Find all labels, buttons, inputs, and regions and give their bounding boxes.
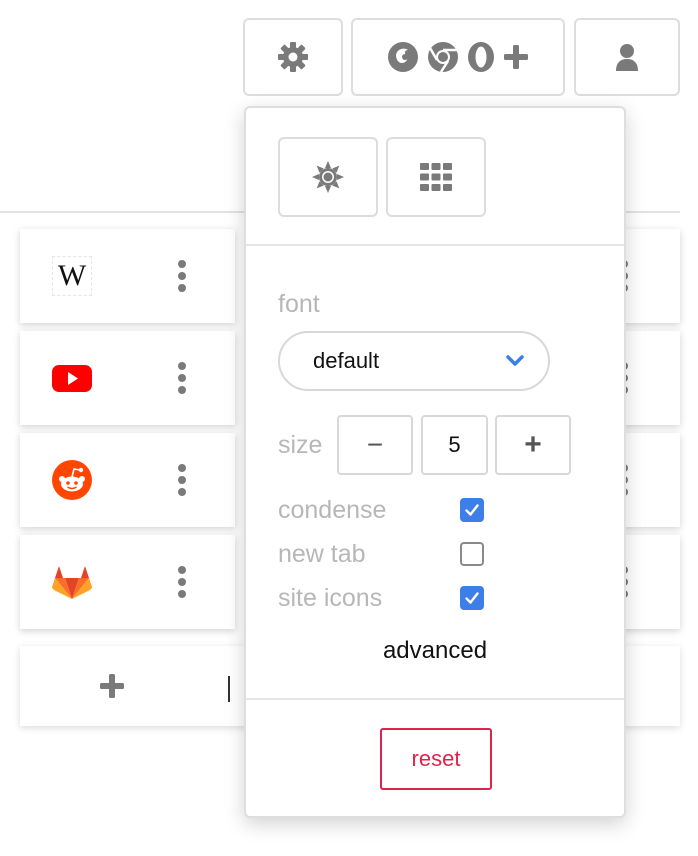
chrome-icon <box>428 42 458 73</box>
chevron-down-icon <box>506 355 524 366</box>
new-tab-label: new tab <box>278 540 366 568</box>
size-decrease-button[interactable]: − <box>337 415 413 475</box>
bookmark-card-wikipedia[interactable]: W <box>20 229 235 323</box>
settings-button[interactable] <box>243 18 343 96</box>
firefox-icon <box>388 42 418 72</box>
more-vertical-icon[interactable] <box>178 362 186 394</box>
bookmark-card-gitlab[interactable] <box>20 535 235 629</box>
plus-icon <box>504 45 528 69</box>
check-icon <box>465 592 479 604</box>
wikipedia-logo: W <box>52 256 92 296</box>
gitlab-logo <box>52 566 92 599</box>
condense-label: condense <box>278 496 387 524</box>
panel-divider <box>246 698 624 700</box>
size-value[interactable]: 5 <box>421 415 488 475</box>
gear-icon <box>278 42 308 72</box>
reset-button[interactable]: reset <box>380 728 492 790</box>
condense-checkbox[interactable] <box>460 498 484 522</box>
opera-icon <box>468 42 494 72</box>
user-icon <box>616 44 638 71</box>
bookmark-card-youtube[interactable] <box>20 331 235 425</box>
bookmark-card-reddit[interactable] <box>20 433 235 527</box>
sun-icon <box>312 161 344 193</box>
check-icon <box>465 504 479 516</box>
site-icons-label: site icons <box>278 584 383 612</box>
theme-button[interactable] <box>278 137 378 217</box>
settings-panel: font default size − 5 + condense new tab… <box>244 106 626 818</box>
new-tab-checkbox[interactable] <box>460 542 484 566</box>
more-vertical-icon[interactable] <box>178 464 186 496</box>
font-select[interactable]: default <box>278 331 550 391</box>
size-label: size <box>278 431 323 459</box>
layout-button[interactable] <box>386 137 486 217</box>
font-select-value: default <box>313 348 380 373</box>
account-button[interactable] <box>574 18 680 96</box>
grid-icon <box>420 163 452 191</box>
text-cursor <box>228 676 230 702</box>
more-vertical-icon[interactable] <box>178 260 186 292</box>
plus-icon[interactable] <box>98 672 126 700</box>
minus-icon: − <box>366 429 384 460</box>
font-label: font <box>278 290 320 318</box>
reddit-logo <box>52 460 92 500</box>
size-increase-button[interactable]: + <box>495 415 571 475</box>
size-value-text: 5 <box>448 432 461 457</box>
panel-divider <box>246 244 624 246</box>
youtube-logo <box>52 365 92 392</box>
site-icons-checkbox[interactable] <box>460 586 484 610</box>
wikipedia-logo-text: W <box>57 259 87 292</box>
plus-icon: + <box>524 428 542 461</box>
advanced-link[interactable]: advanced <box>246 637 624 665</box>
browsers-button[interactable] <box>351 18 565 96</box>
more-vertical-icon[interactable] <box>178 566 186 598</box>
